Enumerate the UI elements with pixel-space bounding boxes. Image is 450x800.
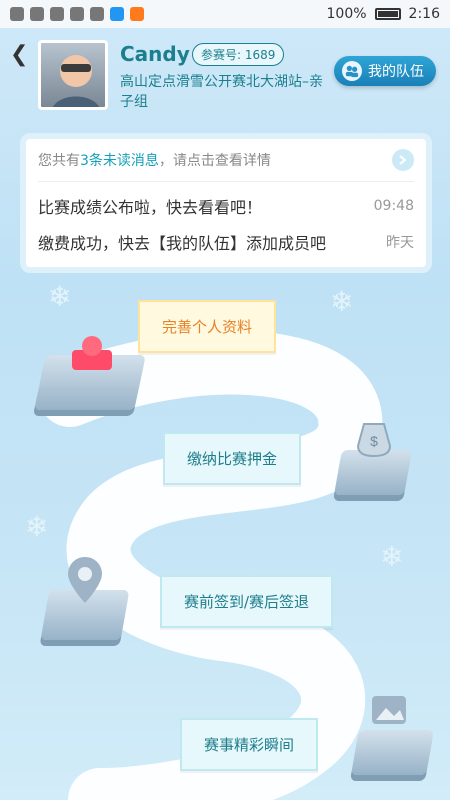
wifi-alt-icon — [90, 7, 104, 21]
avatar-image — [52, 55, 100, 107]
step-highlights[interactable]: 赛事精彩瞬间 — [180, 718, 319, 771]
status-icons — [10, 7, 144, 21]
browser-icon — [70, 7, 84, 21]
event-title: 高山定点滑雪公开赛北大湖站–亲子组 — [120, 74, 323, 110]
message-item[interactable]: 缴费成功，快去【我的队伍】添加成员吧 昨天 — [38, 230, 414, 254]
bird-app-icon — [110, 7, 124, 21]
message-text: 比赛成绩公布啦，快去看看吧！ — [38, 198, 263, 217]
user-name: Candy — [120, 42, 190, 66]
location-pin-icon — [68, 557, 102, 603]
battery-icon — [374, 8, 401, 20]
summary-suffix: ，请点击查看详情 — [158, 153, 271, 169]
step-pay-deposit[interactable]: 缴纳比赛押金 — [163, 432, 302, 485]
message-time: 昨天 — [386, 235, 414, 251]
my-team-button[interactable]: 我的队伍 — [334, 56, 436, 86]
step-label: 赛事精彩瞬间 — [204, 736, 295, 754]
message-card[interactable]: 您共有3条未读消息，请点击查看详情 比赛成绩公布啦，快去看看吧！ 09:48 缴… — [20, 133, 432, 273]
profile-header: ❮ Candy 参赛号: 1689 高山定点滑雪公开赛北大湖站–亲子组 我的队伍 — [0, 28, 450, 118]
step-label: 赛前签到/赛后签退 — [184, 593, 310, 611]
avatar-icon — [72, 336, 112, 370]
step-complete-profile[interactable]: 完善个人资料 — [138, 300, 277, 353]
usb-icon — [50, 7, 64, 21]
money-bag-icon: $ — [356, 423, 392, 458]
step-label: 完善个人资料 — [162, 318, 253, 336]
summary-prefix: 您共有 — [38, 153, 80, 169]
gallery-icon — [372, 696, 406, 724]
message-text: 缴费成功，快去【我的队伍】添加成员吧 — [38, 234, 327, 253]
status-bar: 100% 2:16 — [0, 0, 450, 28]
notification-icon — [10, 7, 24, 21]
back-button[interactable]: ❮ — [10, 42, 28, 67]
clock: 2:16 — [408, 6, 440, 22]
divider — [38, 181, 414, 182]
battery-percent: 100% — [326, 6, 367, 22]
step-checkin[interactable]: 赛前签到/赛后签退 — [160, 575, 334, 628]
unread-count: 3条未读消息 — [80, 153, 159, 169]
arrow-right-icon[interactable] — [392, 149, 414, 171]
step-label: 缴纳比赛押金 — [187, 450, 278, 468]
avatar — [38, 40, 108, 110]
play-app-icon — [130, 7, 144, 21]
message-time: 09:48 — [373, 198, 414, 214]
team-icon — [342, 61, 362, 81]
wifi-icon — [30, 7, 44, 21]
message-item[interactable]: 比赛成绩公布啦，快去看看吧！ 09:48 — [38, 194, 414, 218]
my-team-label: 我的队伍 — [368, 64, 424, 80]
svg-text:$: $ — [370, 433, 378, 449]
participant-badge: 参赛号: 1689 — [192, 43, 285, 66]
message-summary[interactable]: 您共有3条未读消息，请点击查看详情 — [38, 149, 414, 171]
platform — [351, 730, 434, 775]
